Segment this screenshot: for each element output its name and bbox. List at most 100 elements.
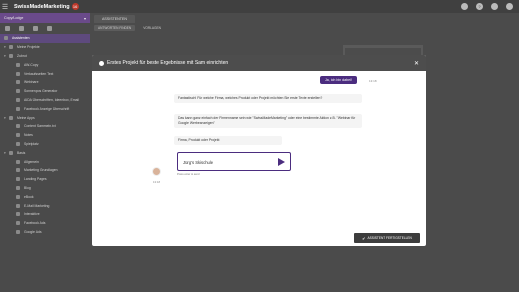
send-icon[interactable]: [278, 158, 285, 166]
sidebar-item[interactable]: Facebook Anzeige Überschrift: [0, 104, 90, 113]
sidebar-item-icon: [16, 141, 20, 146]
sidebar-item-label: Notes: [24, 133, 33, 138]
sidebar-item[interactable]: Assistenten: [0, 34, 90, 43]
sidebar-item-icon: [16, 71, 20, 76]
sidebar-item[interactable]: AW-Copy: [0, 60, 90, 69]
tab-bar: ASSISTENTEN: [90, 13, 519, 23]
sidebar-item-icon: [16, 212, 20, 217]
sidebar-item[interactable]: ▾ Basis: [0, 148, 90, 157]
project-selector[interactable]: Copy/Lodge ▾: [0, 13, 90, 23]
sidebar-item[interactable]: Google Ads: [0, 228, 90, 237]
sidebar-item-label: Spielplatz: [24, 141, 39, 146]
sidebar-item-label: Google Ads: [24, 229, 42, 234]
sidebar-item[interactable]: Spielplatz: [0, 140, 90, 149]
sidebar-item-label: Verkaufsseiten Text: [24, 71, 54, 76]
sidebar-item[interactable]: Blog: [0, 184, 90, 193]
subtab-bar: ANTWORTEN FINDEN VORLAGEN: [90, 23, 519, 32]
message-input[interactable]: [183, 160, 273, 165]
help-icon[interactable]: ?: [476, 3, 483, 10]
sidebar-item[interactable]: Landing Pages: [0, 175, 90, 184]
bot-message: Das kann ganz einfach der Firmenname sei…: [174, 114, 362, 128]
user-message-time: 13:18: [369, 79, 377, 83]
sidebar-item-icon: [9, 115, 13, 120]
sidebar-item[interactable]: Content Sammeln.txt: [0, 122, 90, 131]
sidebar-item-label: Allgemein: [24, 159, 39, 164]
sidebar-item-label: Basis: [17, 150, 26, 155]
avatar-time: 13:18: [153, 180, 160, 184]
sidebar-item-label: E-Mail Marketing: [24, 203, 50, 208]
star-icon[interactable]: [19, 26, 24, 31]
input-hint: Press enter to send: [177, 173, 200, 176]
bot-message: Fantastisch! Für welche Firma, welches P…: [174, 94, 362, 103]
sidebar-item[interactable]: Allgemein: [0, 157, 90, 166]
hamburger-menu-icon[interactable]: ☰: [0, 3, 10, 11]
sidebar-item-icon: [16, 168, 20, 173]
sidebar-item-icon: [16, 185, 20, 190]
moon-icon[interactable]: [461, 3, 468, 10]
finish-assistant-label: ASSISTENT FERTIGSTELLEN: [367, 236, 412, 240]
check-icon: ✔: [362, 235, 366, 241]
sidebar-item-icon: [16, 89, 20, 94]
sidebar-item-icon: [16, 221, 20, 226]
sidebar-list: Assistenten ▾ Meine Projekte ▾ Zubrot AW-Copy…: [0, 34, 90, 236]
message-input-box: [177, 152, 291, 171]
sidebar-item-label: Facebook Anzeige Überschrift: [24, 106, 70, 111]
sidebar-item-label: Marketing Grundlagen: [24, 168, 58, 173]
sidebar-item[interactable]: Marketing Grundlagen: [0, 166, 90, 175]
sidebar-item-icon: [16, 194, 20, 199]
grid-icon[interactable]: [5, 26, 10, 31]
sidebar-item-label: AW-Copy: [24, 62, 39, 67]
bot-message: Firma, Produkt oder Projekt: [174, 136, 282, 145]
sidebar-item-label: Webinare: [24, 80, 39, 85]
sidebar: Copy/Lodge ▾ Assistenten ▾ Meine Projekte ▾…: [0, 13, 90, 292]
setup-modal: Erstes Projekt für beste Ergebnisse mit …: [92, 55, 426, 246]
sidebar-item[interactable]: Notes: [0, 131, 90, 140]
close-icon[interactable]: ✕: [414, 60, 419, 67]
sidebar-item-icon: [16, 124, 20, 129]
modal-title: Erstes Projekt für beste Ergebnisse mit …: [107, 60, 229, 66]
sidebar-item-label: AIDA Überschriften, Ideenbox, Email: [24, 97, 80, 102]
sidebar-item-label: Meine Projekte: [17, 45, 40, 50]
sidebar-item-label: Assistenten: [12, 36, 30, 41]
sidebar-item[interactable]: Facebook Ads: [0, 219, 90, 228]
sidebar-item[interactable]: Verkaufsseiten Text: [0, 69, 90, 78]
top-app-bar: ☰ SwissMadeMarketing 16 ?: [0, 0, 519, 13]
sidebar-item-icon: [4, 36, 8, 41]
sidebar-item-icon: [16, 133, 20, 138]
folder-icon[interactable]: [33, 26, 38, 31]
sidebar-item[interactable]: ▾ Zubrot: [0, 52, 90, 61]
sidebar-item[interactable]: Webinare: [0, 78, 90, 87]
sidebar-item[interactable]: ▾ Meine Projekte: [0, 43, 90, 52]
gear-icon[interactable]: [491, 3, 498, 10]
sidebar-item-icon: [16, 62, 20, 67]
sidebar-item-icon: [16, 97, 20, 102]
sidebar-item-label: Interaktive: [24, 212, 40, 217]
avatar: [152, 167, 161, 176]
sidebar-item-icon: [9, 45, 13, 50]
subtab-vorlagen[interactable]: VORLAGEN: [139, 25, 165, 31]
finish-assistant-button[interactable]: ✔ ASSISTENT FERTIGSTELLEN: [354, 233, 420, 243]
sidebar-item[interactable]: eBook: [0, 192, 90, 201]
sidebar-item-label: Zubrot: [17, 53, 27, 58]
sidebar-item-label: Meine Apps: [17, 115, 35, 120]
assistant-icon: [99, 60, 104, 66]
sidebar-item[interactable]: AIDA Überschriften, Ideenbox, Email: [0, 96, 90, 105]
tab-assistenten[interactable]: ASSISTENTEN: [94, 15, 135, 23]
chevron-down-icon: ▾: [83, 15, 86, 21]
project-selector-value: Copy/Lodge: [4, 16, 24, 20]
account-icon[interactable]: [506, 3, 513, 10]
sidebar-icon-row: [0, 23, 90, 34]
sidebar-item-label: eBook: [24, 194, 34, 199]
sidebar-item-icon: [16, 203, 20, 208]
sidebar-item[interactable]: Sonnenpos Generator: [0, 87, 90, 96]
sidebar-item[interactable]: ▾ Meine Apps: [0, 113, 90, 122]
sidebar-item[interactable]: E-Mail Marketing: [0, 201, 90, 210]
sidebar-item-label: Sonnenpos Generator: [24, 89, 58, 94]
settings-icon[interactable]: [47, 26, 52, 31]
app-brand: SwissMadeMarketing: [14, 3, 70, 10]
subtab-antworten[interactable]: ANTWORTEN FINDEN: [94, 24, 136, 31]
notification-badge[interactable]: 16: [71, 3, 79, 10]
sidebar-item-label: Landing Pages: [24, 177, 47, 182]
sidebar-item-label: Facebook Ads: [24, 221, 46, 226]
sidebar-item[interactable]: Interaktive: [0, 210, 90, 219]
